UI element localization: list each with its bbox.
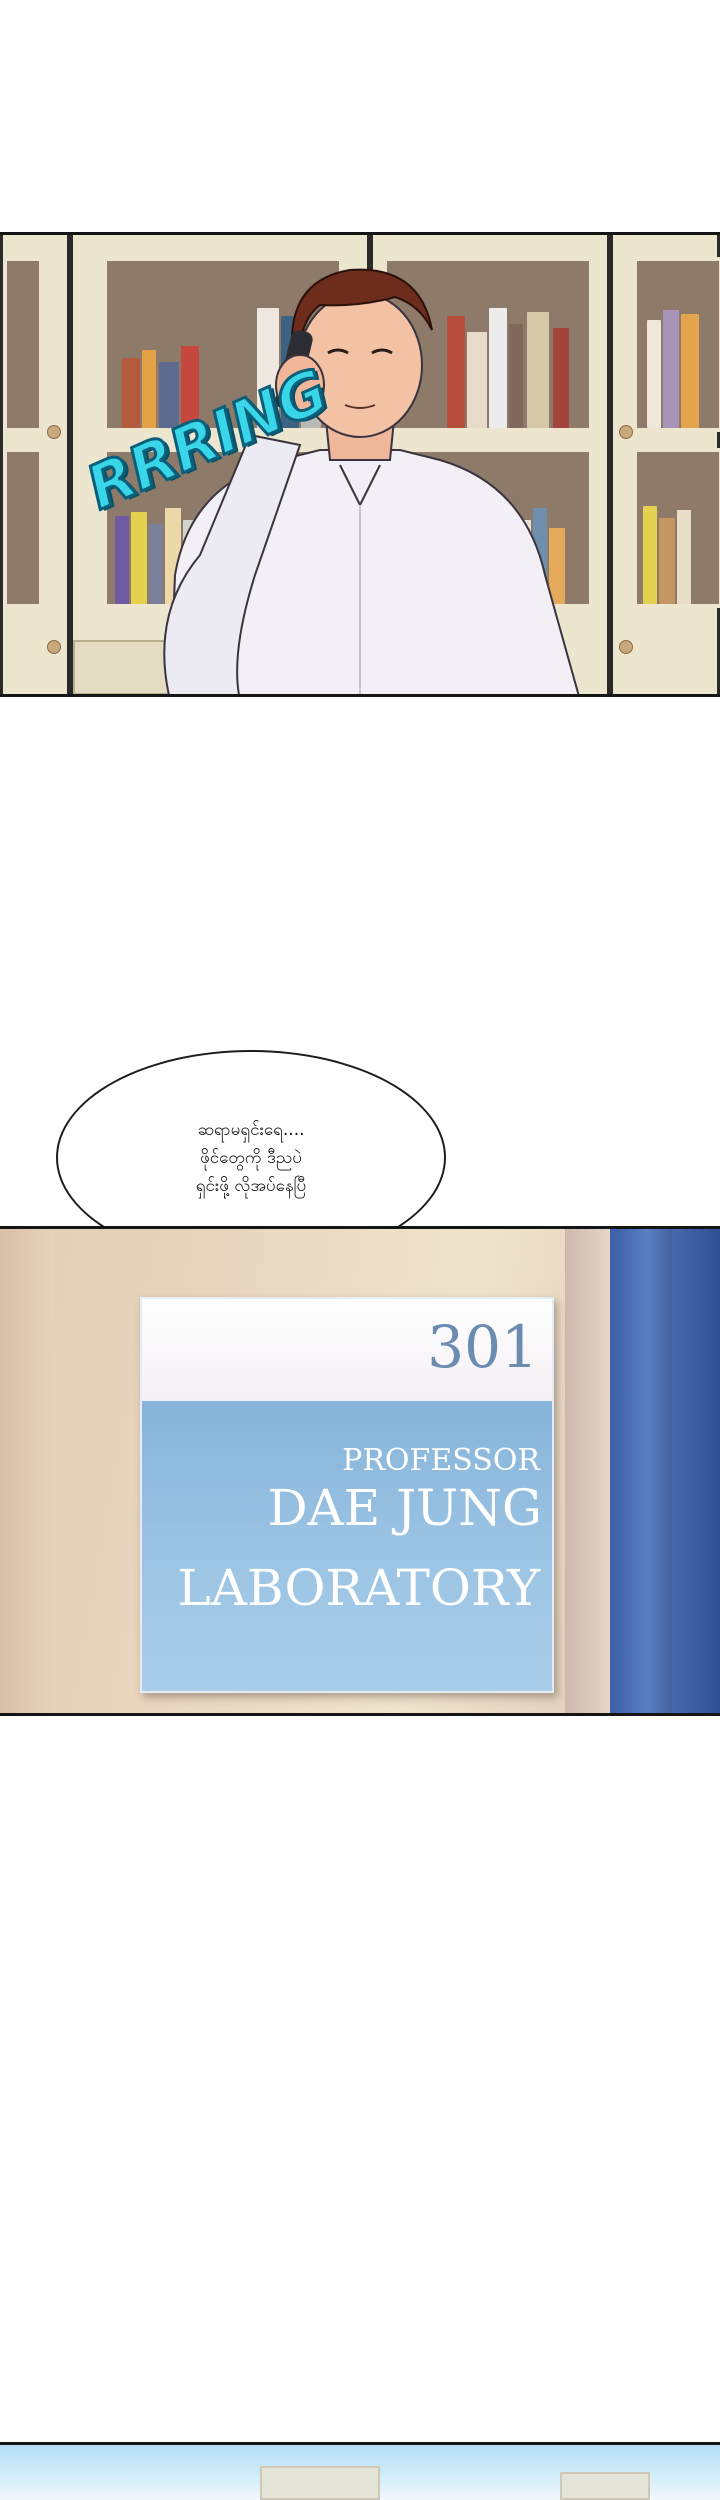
lab-door-panel: 301 PROFESSOR DAE JUNG LABORATORY [0, 1226, 720, 1716]
building-silhouette [560, 2472, 650, 2500]
office-panel: RRRING [0, 232, 720, 697]
sign-professor-name: DAE JUNG [267, 1479, 542, 1537]
lab-door-sign: 301 PROFESSOR DAE JUNG LABORATORY [140, 1297, 554, 1693]
speech-bubble-text: ဆရာမရှင်းရေ.... ဖိုင်တွေကို ဒီညပဲ ရှင်းဖ… [195, 1119, 307, 1196]
sign-laboratory-label: LABORATORY [177, 1559, 540, 1617]
room-number-band: 301 [142, 1299, 552, 1401]
sign-body: PROFESSOR DAE JUNG LABORATORY [142, 1401, 552, 1691]
blue-door [610, 1229, 672, 1713]
wall-edge [0, 1229, 55, 1713]
next-panel-sky [0, 2442, 720, 2500]
room-number: 301 [427, 1313, 538, 1381]
building-silhouette [260, 2466, 380, 2500]
sign-professor-label: PROFESSOR [342, 1443, 540, 1478]
door-jamb [565, 1229, 610, 1713]
blue-door-edge [672, 1229, 720, 1713]
